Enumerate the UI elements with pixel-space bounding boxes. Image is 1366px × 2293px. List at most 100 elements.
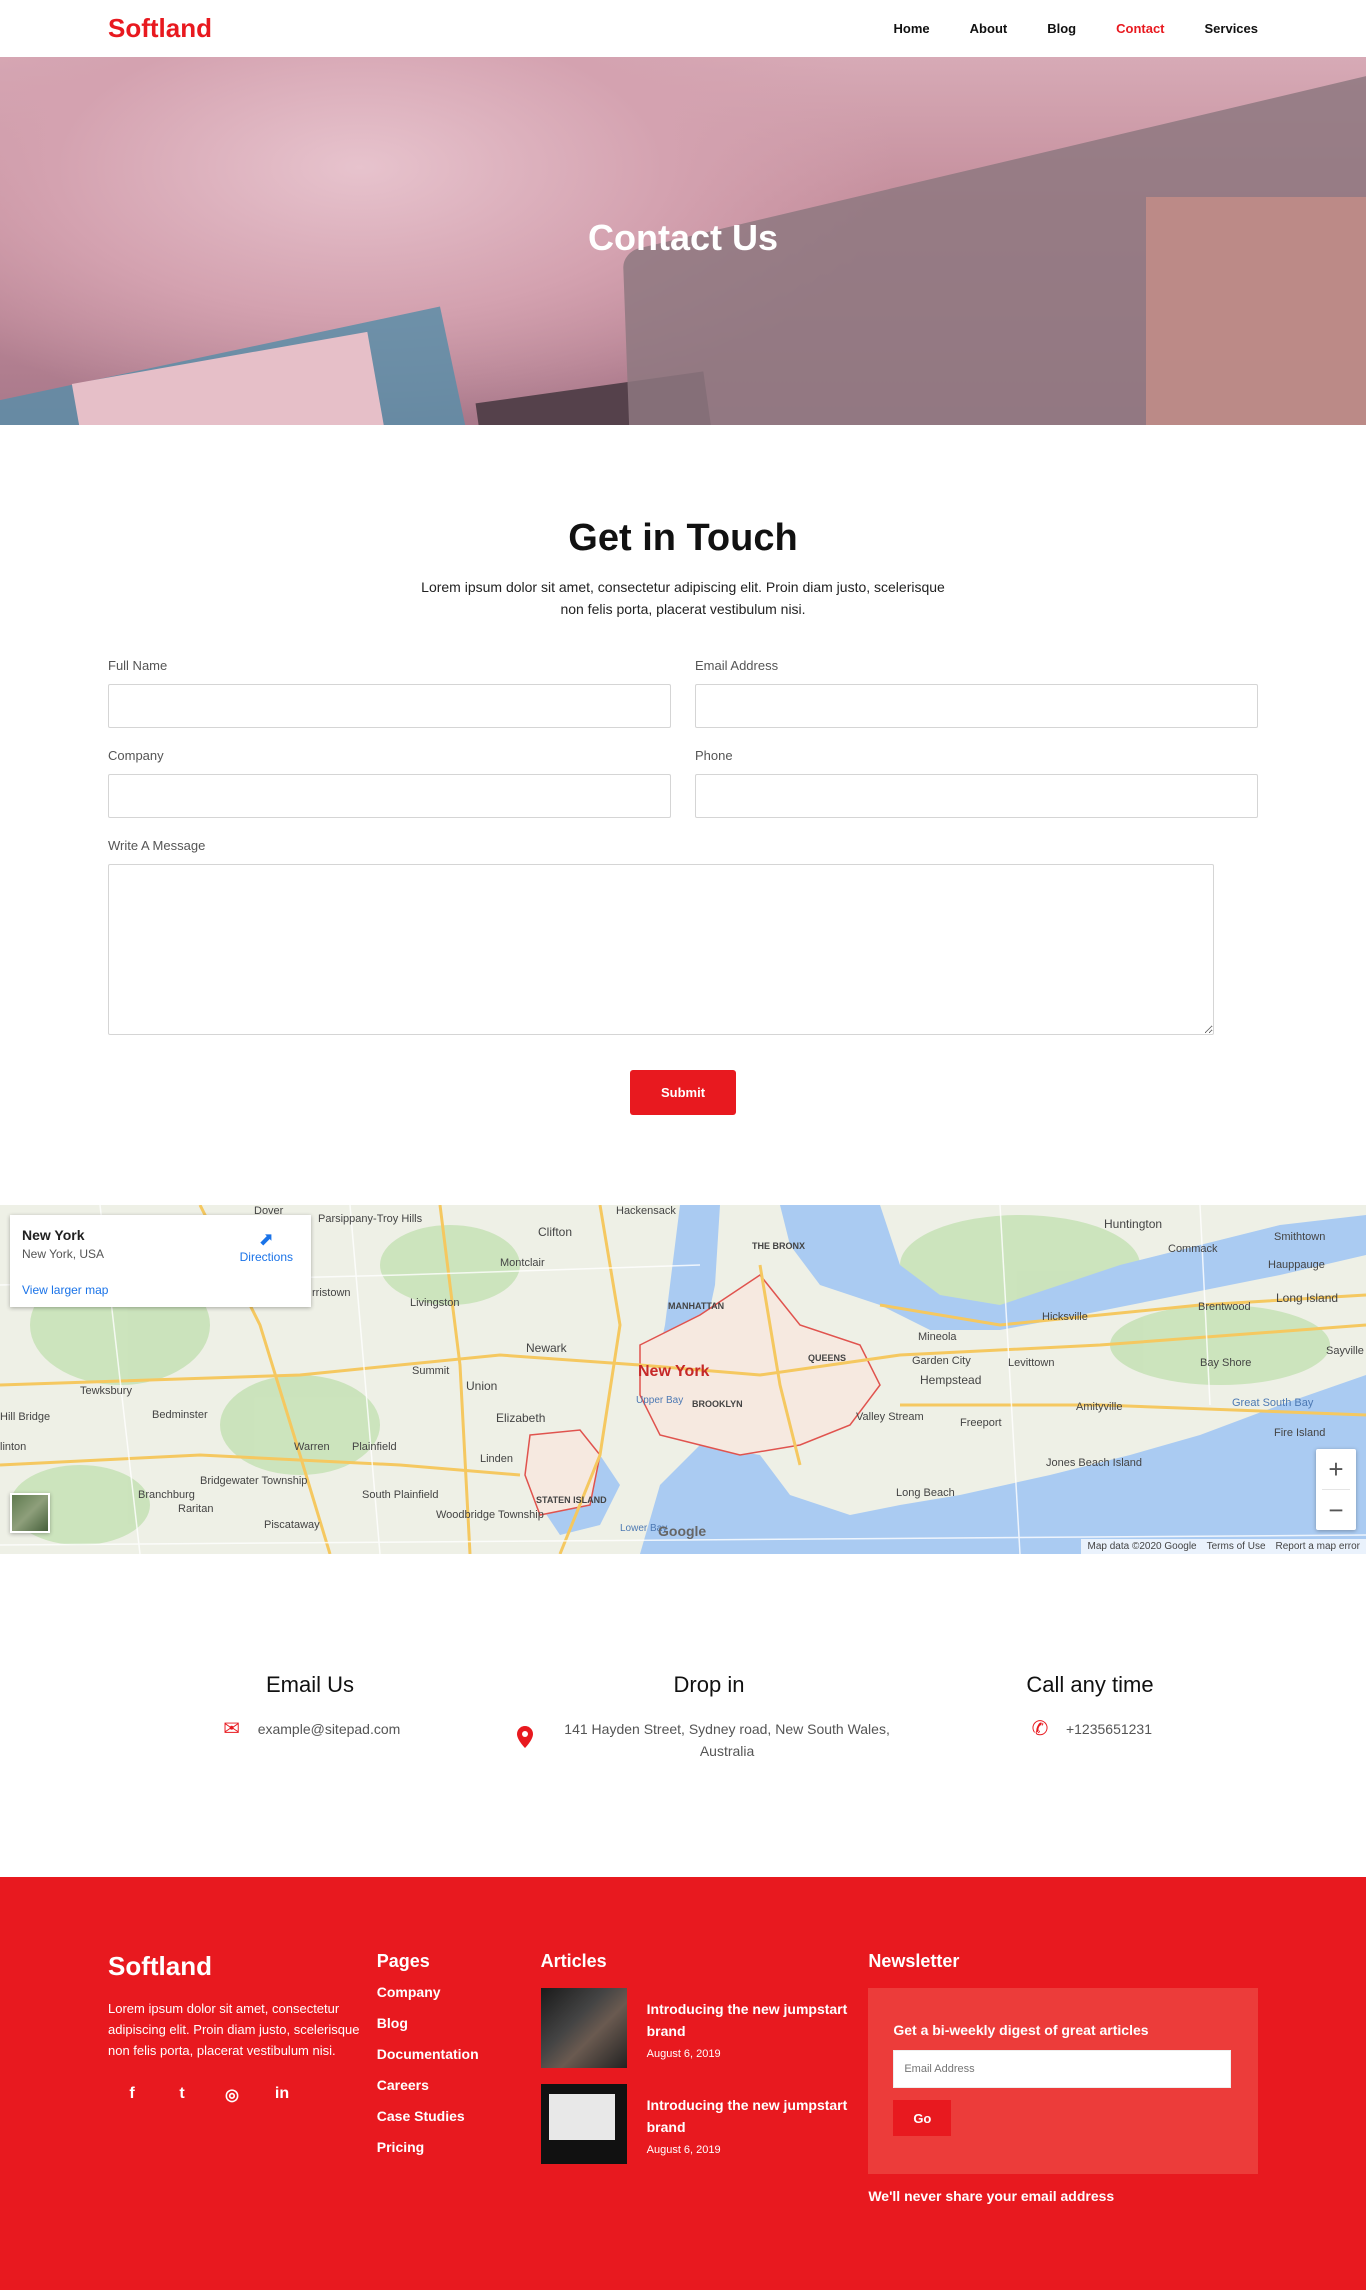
map-label: Warren bbox=[294, 1441, 330, 1453]
map-label: Garden City bbox=[912, 1355, 971, 1367]
map-embed[interactable]: Parsippany-Troy Hills Clifton Hackensack… bbox=[0, 1205, 1366, 1554]
submit-button[interactable]: Submit bbox=[630, 1070, 736, 1115]
article-date: August 6, 2019 bbox=[646, 2048, 721, 2060]
map-label: THE BRONX bbox=[752, 1241, 806, 1251]
nav-item-home[interactable]: Home bbox=[894, 21, 930, 36]
info-phone-text: +1235651231 bbox=[1065, 1721, 1153, 1737]
map-label: MANHATTAN bbox=[668, 1301, 725, 1311]
info-email-title: Email Us bbox=[265, 1672, 354, 1697]
map-label: Levittown bbox=[1008, 1357, 1055, 1369]
map-label: Clifton bbox=[538, 1225, 573, 1239]
footer-link-blog[interactable]: Blog bbox=[377, 2015, 541, 2031]
newsletter-go-button[interactable]: Go bbox=[893, 2100, 952, 2136]
map-label: Woodbridge Township bbox=[436, 1509, 544, 1521]
map-label: Amityville bbox=[1076, 1401, 1123, 1413]
map-label: Fire Island bbox=[1274, 1427, 1326, 1439]
footer-link-pricing[interactable]: Pricing bbox=[377, 2139, 541, 2155]
map-label: QUEENS bbox=[808, 1353, 847, 1363]
footer-link-company[interactable]: Company bbox=[377, 1984, 541, 2000]
zoom-in-button[interactable]: + bbox=[1316, 1449, 1356, 1489]
map-label: Mineola bbox=[918, 1331, 957, 1343]
map-label: Raritan bbox=[178, 1503, 214, 1515]
map-label: South Plainfield bbox=[362, 1489, 439, 1501]
map-label: Tewksbury bbox=[80, 1385, 132, 1397]
footer-articles: Articles Introducing the new jumpstart b… bbox=[540, 1951, 869, 2290]
contact-form: Full Name Email Address Company Phone Wr… bbox=[108, 658, 1258, 1115]
brand-logo[interactable]: Softland bbox=[108, 13, 212, 44]
envelope-icon: ✉ bbox=[223, 1718, 241, 1740]
zoom-controls: + − bbox=[1316, 1449, 1356, 1530]
map-label: Hill Bridge bbox=[0, 1411, 51, 1423]
nav-item-contact[interactable]: Contact bbox=[1116, 21, 1164, 36]
facebook-icon[interactable]: f bbox=[122, 2085, 142, 2105]
map-label: linton bbox=[0, 1441, 27, 1453]
info-address-title: Drop in bbox=[673, 1672, 745, 1697]
report-error-link[interactable]: Report a map error bbox=[1276, 1541, 1360, 1552]
map-label: Elizabeth bbox=[496, 1411, 546, 1425]
map-label: Freeport bbox=[960, 1417, 1002, 1429]
hero-banner: Contact Us bbox=[0, 57, 1366, 425]
footer-about: Softland Lorem ipsum dolor sit amet, con… bbox=[108, 1951, 377, 2290]
nav-item-about[interactable]: About bbox=[970, 21, 1008, 36]
contact-title: Get in Touch bbox=[568, 517, 798, 559]
nav-item-blog[interactable]: Blog bbox=[1047, 21, 1076, 36]
footer-link-case-studies[interactable]: Case Studies bbox=[377, 2108, 541, 2124]
footer-articles-title: Articles bbox=[540, 1951, 607, 1971]
article-item[interactable]: Introducing the new jumpstart brand Augu… bbox=[540, 2084, 869, 2164]
twitter-icon[interactable]: t bbox=[172, 2085, 192, 2105]
info-phone-title: Call any time bbox=[1026, 1672, 1154, 1697]
satellite-toggle[interactable] bbox=[10, 1493, 50, 1533]
map-label: Newark bbox=[526, 1341, 567, 1355]
map-label: Upper Bay bbox=[636, 1395, 684, 1406]
map-label: Summit bbox=[412, 1365, 450, 1377]
article-item[interactable]: Introducing the new jumpstart brand Augu… bbox=[540, 1988, 869, 2068]
footer-pages: Pages Company Blog Documentation Careers… bbox=[377, 1951, 541, 2290]
map-label: Jones Beach Island bbox=[1046, 1457, 1143, 1469]
map-label: Smithtown bbox=[1274, 1231, 1326, 1243]
contact-info: Email Us ✉ example@sitepad.com Drop in 1… bbox=[0, 1554, 1366, 1877]
article-date: August 6, 2019 bbox=[646, 2144, 721, 2156]
zoom-out-button[interactable]: − bbox=[1316, 1490, 1356, 1530]
article-title[interactable]: Introducing the new jumpstart brand bbox=[647, 1998, 869, 2042]
map-label: Plainfield bbox=[352, 1441, 397, 1453]
map-label: Valley Stream bbox=[856, 1411, 924, 1423]
map-label: Piscataway bbox=[264, 1519, 320, 1531]
footer-link-careers[interactable]: Careers bbox=[377, 2077, 541, 2093]
map-label: Hempstead bbox=[920, 1373, 982, 1387]
message-textarea[interactable] bbox=[108, 864, 1214, 1035]
full-name-input[interactable] bbox=[108, 684, 671, 728]
map-label: Long Beach bbox=[896, 1487, 955, 1499]
company-input[interactable] bbox=[108, 774, 671, 818]
map-pin-icon bbox=[514, 1726, 536, 1753]
map-label: Hauppauge bbox=[1268, 1259, 1325, 1271]
map-label: Hackensack bbox=[616, 1205, 676, 1217]
newsletter-title: Newsletter bbox=[868, 1951, 960, 1971]
social-links: f t ◎ in bbox=[108, 2085, 377, 2105]
instagram-icon[interactable]: ◎ bbox=[222, 2085, 242, 2105]
newsletter-note: We'll never share your email address bbox=[868, 2188, 1115, 2204]
directions-label: Directions bbox=[239, 1250, 293, 1264]
contact-section: Get in Touch Lorem ipsum dolor sit amet,… bbox=[0, 425, 1366, 1115]
company-label: Company bbox=[108, 748, 164, 763]
map-label: rristown bbox=[312, 1287, 351, 1299]
article-title[interactable]: Introducing the new jumpstart brand bbox=[647, 2094, 869, 2138]
terms-link[interactable]: Terms of Use bbox=[1207, 1541, 1266, 1552]
email-input[interactable] bbox=[695, 684, 1258, 728]
linkedin-icon[interactable]: in bbox=[272, 2085, 292, 2105]
footer-link-documentation[interactable]: Documentation bbox=[377, 2046, 541, 2062]
article-thumbnail bbox=[540, 2084, 627, 2164]
directions-button[interactable]: ⬈ Directions bbox=[240, 1229, 293, 1264]
email-label: Email Address bbox=[695, 658, 779, 673]
info-address: Drop in 141 Hayden Street, Sydney road, … bbox=[514, 1672, 904, 1877]
view-larger-map-link[interactable]: View larger map bbox=[22, 1283, 299, 1297]
map-label: Linden bbox=[480, 1453, 514, 1465]
map-label: Bedminster bbox=[152, 1409, 208, 1421]
message-label: Write A Message bbox=[108, 838, 206, 853]
phone-label: Phone bbox=[695, 748, 733, 763]
newsletter-email-input[interactable] bbox=[893, 2050, 1232, 2088]
phone-input[interactable] bbox=[695, 774, 1258, 818]
nav-item-services[interactable]: Services bbox=[1205, 21, 1259, 36]
footer-brand[interactable]: Softland bbox=[108, 1951, 377, 1982]
newsletter-text: Get a bi-weekly digest of great articles bbox=[893, 2022, 1149, 2038]
map-label: Bay Shore bbox=[1200, 1357, 1252, 1369]
